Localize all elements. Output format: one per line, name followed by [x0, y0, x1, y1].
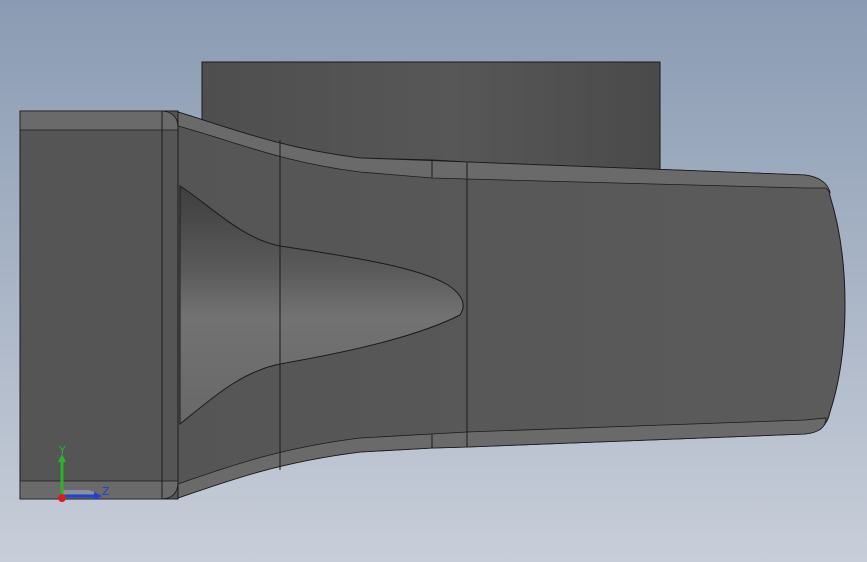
- z-axis-label: Z: [102, 485, 110, 498]
- axis-triad: Y Z: [58, 444, 110, 502]
- z-axis-arrow: [94, 492, 102, 500]
- graphics-viewport[interactable]: Y Z: [0, 0, 867, 562]
- flange-top-bevel[interactable]: [19, 110, 179, 131]
- x-axis-origin: [58, 494, 66, 502]
- 3d-model-view[interactable]: [0, 0, 867, 562]
- y-axis-label: Y: [58, 444, 66, 457]
